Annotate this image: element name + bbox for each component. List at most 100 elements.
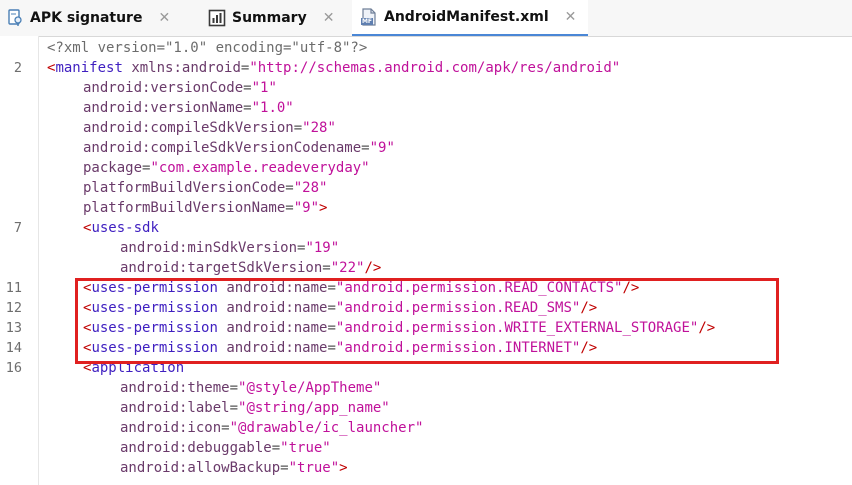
code-text: <?xml version="1.0" encoding="utf-8"?>: [47, 38, 367, 58]
code-line[interactable]: android:versionName="1.0": [0, 98, 852, 118]
token-attr: package: [83, 160, 143, 176]
code-text: android:versionCode="1": [83, 78, 277, 98]
code-text: platformBuildVersionCode="28": [83, 178, 327, 198]
token-tag: manifest: [55, 60, 123, 76]
token-attr: android:minSdkVersion: [120, 240, 298, 256]
token-val: "28": [293, 180, 328, 196]
line-number: 12: [5, 300, 22, 316]
token-eq: =: [243, 80, 252, 96]
code-text: <uses-sdk: [83, 218, 159, 238]
code-line[interactable]: android:versionCode="1": [0, 78, 852, 98]
tab-label: AndroidManifest.xml: [384, 9, 549, 25]
code-line[interactable]: platformBuildVersionName="9">: [0, 198, 852, 218]
token-val: "@string/app_name": [238, 400, 390, 416]
editor-tab-bar: APK signature ✕ Summary ✕ MF AndroidMani…: [0, 0, 852, 37]
code-line[interactable]: 2 <manifest xmlns:android="http://schemas…: [0, 58, 852, 78]
code-text: android:minSdkVersion="19": [120, 238, 339, 258]
apk-signature-icon: [6, 9, 24, 27]
code-line[interactable]: android:label="@string/app_name": [0, 398, 852, 418]
token-br: >: [339, 460, 348, 476]
manifest-badge-text: MF: [361, 18, 373, 25]
token-val: "@drawable/ic_launcher": [229, 420, 424, 436]
code-line[interactable]: android:minSdkVersion="19": [0, 238, 852, 258]
token-attr: android:label: [120, 400, 230, 416]
summary-chart-icon: [208, 9, 226, 27]
token-attr: android:targetSdkVersion: [120, 260, 323, 276]
permissions-highlight-box: [75, 278, 779, 364]
tab-label: APK signature: [30, 10, 143, 26]
code-text: android:versionName="1.0": [83, 98, 294, 118]
code-line[interactable]: android:targetSdkVersion="22"/>: [0, 258, 852, 278]
code-line[interactable]: android:compileSdkVersionCodename="9": [0, 138, 852, 158]
token-eq: =: [229, 400, 239, 416]
code-line[interactable]: android:theme="@style/AppTheme": [0, 378, 852, 398]
code-text: android:icon="@drawable/ic_launcher": [120, 418, 423, 438]
token-tag: uses-sdk: [91, 220, 159, 236]
line-number: 14: [5, 340, 22, 356]
manifest-file-icon: MF: [360, 8, 378, 26]
token-br: />: [364, 260, 382, 276]
code-line[interactable]: android:debuggable="true": [0, 438, 852, 458]
token-val: "22": [330, 260, 365, 276]
code-text: android:compileSdkVersionCodename="9": [83, 138, 395, 158]
token-val: "1.0": [251, 100, 294, 116]
code-text: android:compileSdkVersion="28": [83, 118, 336, 138]
token-eq: =: [221, 420, 230, 436]
code-line[interactable]: android:icon="@drawable/ic_launcher": [0, 418, 852, 438]
token-eq: =: [293, 120, 303, 136]
xml-code-editor[interactable]: <?xml version="1.0" encoding="utf-8"?> 2 <…: [0, 36, 852, 485]
code-text: android:theme="@style/AppTheme": [120, 378, 381, 398]
token-val: "28": [302, 120, 336, 136]
token-eq: =: [280, 460, 289, 476]
line-number: 16: [5, 360, 22, 376]
code-text: package="com.example.readeveryday": [83, 158, 370, 178]
line-number: 7: [13, 220, 22, 236]
code-line[interactable]: <?xml version="1.0" encoding="utf-8"?>: [0, 38, 852, 58]
token-attr: android:theme: [120, 380, 230, 396]
code-line[interactable]: 7 <uses-sdk: [0, 218, 852, 238]
close-icon[interactable]: ✕: [323, 10, 335, 26]
token-attr: android:allowBackup: [120, 460, 281, 476]
token-eq: =: [285, 180, 294, 196]
tab-summary[interactable]: Summary ✕: [208, 0, 348, 36]
token-val: "com.example.readeveryday": [150, 160, 370, 176]
code-line[interactable]: platformBuildVersionCode="28": [0, 178, 852, 198]
code-text: platformBuildVersionName="9">: [83, 198, 327, 218]
tab-android-manifest[interactable]: MF AndroidManifest.xml ✕: [352, 0, 588, 36]
code-text: android:allowBackup="true">: [120, 458, 348, 478]
code-line[interactable]: package="com.example.readeveryday": [0, 158, 852, 178]
token-attr: android:versionName: [83, 100, 244, 116]
token-br: >: [319, 200, 328, 216]
code-line[interactable]: android:allowBackup="true">: [0, 458, 852, 478]
token-eq: =: [322, 260, 331, 276]
code-line[interactable]: android:compileSdkVersion="28": [0, 118, 852, 138]
token-val: "true": [280, 440, 331, 456]
code-text: <manifest xmlns:android="http://schemas.…: [47, 58, 620, 78]
token-decl: <?xml version="1.0" encoding="utf-8"?>: [47, 40, 368, 56]
token-val: "http://schemas.android.com/apk/res/andr…: [249, 60, 621, 76]
token-eq: =: [243, 100, 252, 116]
line-number: 13: [5, 320, 22, 336]
token-val: "9": [369, 140, 395, 156]
token-attr: platformBuildVersionCode: [83, 180, 286, 196]
tab-label: Summary: [232, 10, 307, 26]
token-attr: android:icon: [120, 420, 222, 436]
token-attr: xmlns:android: [131, 60, 241, 76]
token-eq: =: [361, 140, 370, 156]
close-icon[interactable]: ✕: [565, 9, 577, 25]
code-text: android:label="@string/app_name": [120, 398, 390, 418]
token-eq: =: [285, 200, 294, 216]
token-attr: platformBuildVersionName: [83, 200, 286, 216]
code-text: android:targetSdkVersion="22"/>: [120, 258, 381, 278]
token-eq: =: [229, 380, 239, 396]
token-attr: android:versionCode: [83, 80, 244, 96]
token-attr: android:debuggable: [120, 440, 272, 456]
line-number: 11: [5, 280, 22, 296]
tab-apk-signature[interactable]: APK signature ✕: [6, 0, 196, 36]
line-number: 2: [13, 60, 22, 76]
token-attr: android:compileSdkVersionCodename: [83, 140, 362, 156]
token-val: "19": [305, 240, 340, 256]
token-val: "true": [288, 460, 340, 476]
token-val: "@style/AppTheme": [238, 380, 382, 396]
close-icon[interactable]: ✕: [158, 10, 170, 26]
